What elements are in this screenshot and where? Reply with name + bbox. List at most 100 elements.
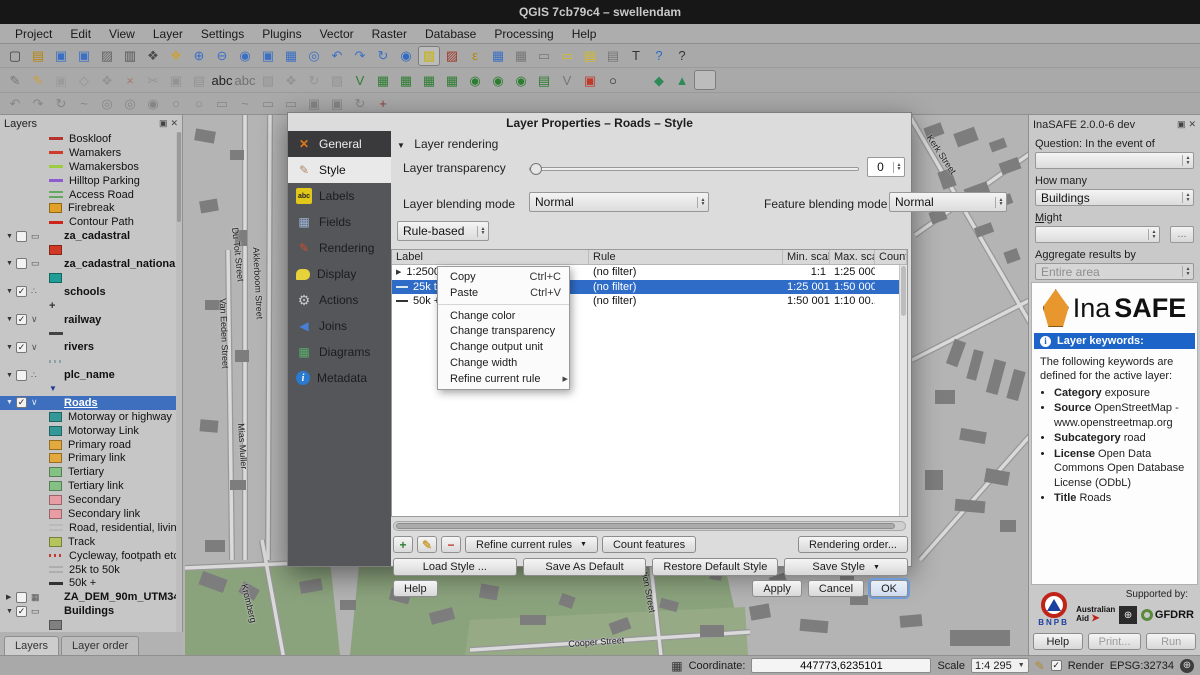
expander-icon[interactable] — [6, 288, 16, 295]
toolbar-button[interactable]: ▤ — [188, 70, 210, 90]
toolbar-button[interactable]: ▢ — [4, 46, 26, 66]
toolbar-button[interactable]: ↷ — [349, 46, 371, 66]
toolbar-button[interactable] — [786, 70, 808, 90]
toolbar-button[interactable]: ▭ — [556, 46, 578, 66]
toolbar-button[interactable]: ▦ — [395, 70, 417, 90]
tab-layers[interactable]: Layers — [4, 636, 59, 655]
toolbar-button[interactable]: ↷ — [27, 94, 49, 114]
toolbar-button[interactable]: ⊕ — [188, 46, 210, 66]
toolbar-button[interactable]: ▦ — [510, 46, 532, 66]
toolbar-button[interactable]: ▦ — [441, 70, 463, 90]
expander-icon[interactable] — [6, 260, 16, 267]
toolbar-button[interactable] — [740, 70, 762, 90]
toolbar-button[interactable]: ◇ — [73, 70, 95, 90]
toolbar-button[interactable]: ▣ — [326, 94, 348, 114]
impact-function-combo[interactable]: ▲▼ — [1035, 226, 1160, 243]
close-panel-icon[interactable]: ✕ — [1188, 119, 1196, 130]
toolbar-button[interactable]: ✂ — [142, 70, 164, 90]
count-features-button[interactable]: Count features — [602, 536, 696, 553]
rules-horizontal-scrollbar[interactable] — [393, 521, 906, 531]
spin-arrows-icon[interactable]: ▲▼ — [893, 162, 904, 173]
toolbar-button[interactable]: ? — [671, 46, 693, 66]
layer-tree-item[interactable]: railway — [0, 313, 176, 327]
layer-tree-item[interactable]: Firebreak — [0, 201, 176, 215]
layer-tree-item[interactable]: rivers — [0, 340, 176, 354]
layer-tree-item[interactable] — [0, 618, 176, 632]
toolbar-button[interactable]: ▣ — [303, 94, 325, 114]
toolbar-button[interactable] — [717, 70, 739, 90]
toolbar-button[interactable]: abc — [211, 70, 233, 90]
layer-tree-item[interactable] — [0, 326, 176, 340]
toolbar-button[interactable]: ↶ — [4, 94, 26, 114]
layer-tree-item[interactable]: Cycleway, footpath etc. — [0, 549, 176, 563]
menu-item[interactable]: Project — [6, 25, 61, 43]
exposure-combo[interactable]: Buildings ▲▼ — [1035, 189, 1194, 206]
layer-tree-item[interactable]: za_cadastral_national — [0, 257, 176, 271]
layer-tree-item[interactable]: Wamakers — [0, 146, 176, 160]
layer-visibility-checkbox[interactable] — [16, 342, 27, 353]
expander-icon[interactable] — [6, 316, 16, 323]
toolbar-button[interactable]: ~ — [73, 94, 95, 114]
layer-tree-item[interactable]: schools — [0, 285, 176, 299]
load-style-button[interactable]: Load Style ... — [393, 558, 517, 576]
expander-icon[interactable] — [6, 233, 16, 240]
toolbar-button[interactable]: ↶ — [326, 46, 348, 66]
toolbar-button[interactable]: ~ — [234, 94, 256, 114]
toolbar-button[interactable]: ❖ — [96, 70, 118, 90]
layer-tree-item[interactable]: Motorway or highway — [0, 410, 176, 424]
toolbar-button[interactable]: ▦ — [418, 70, 440, 90]
toolbar-button[interactable]: ◆ — [648, 70, 670, 90]
expander-icon[interactable] — [6, 608, 16, 615]
layer-tree-item[interactable]: Road, residential, living street, ... — [0, 521, 176, 535]
toolbar-button[interactable]: ◉ — [487, 70, 509, 90]
toolbar-button[interactable]: ❖ — [280, 70, 302, 90]
toolbar-button[interactable]: ◎ — [96, 94, 118, 114]
layer-tree-item[interactable]: Access Road — [0, 188, 176, 202]
toolbar-button[interactable]: ◉ — [395, 46, 417, 66]
stop-render-icon[interactable]: ✎ — [1035, 659, 1045, 673]
toolbar-button[interactable] — [924, 70, 946, 90]
toolbar-button[interactable]: ▲ — [671, 70, 693, 90]
layer-tree-item[interactable] — [0, 382, 176, 396]
add-rule-button[interactable]: + — [393, 536, 413, 553]
toolbar-button[interactable]: abc — [234, 70, 256, 90]
toolbar-button[interactable]: ▤ — [602, 46, 624, 66]
layer-tree-item[interactable]: 25k to 50k — [0, 563, 176, 577]
toolbar-button[interactable]: T — [625, 46, 647, 66]
menu-item[interactable]: Help — [563, 25, 606, 43]
toolbar-button[interactable]: × — [119, 70, 141, 90]
transparency-slider[interactable] — [529, 167, 859, 171]
toolbar-button[interactable]: ○ — [188, 94, 210, 114]
hazard-combo[interactable]: ▲▼ — [1035, 152, 1194, 169]
toolbar-button[interactable] — [901, 70, 923, 90]
context-menu-item[interactable]: Paste Ctrl+V — [438, 285, 569, 301]
dialog-sidebar-tab[interactable]: Rendering — [288, 235, 391, 261]
layer-tree-item[interactable]: Motorway Link — [0, 424, 176, 438]
toolbar-button[interactable] — [878, 70, 900, 90]
layer-tree-item[interactable]: Hilltop Parking — [0, 174, 176, 188]
toolbar-button[interactable]: ◎ — [119, 94, 141, 114]
dialog-sidebar-tab[interactable]: Fields — [288, 209, 391, 235]
layer-tree-item[interactable]: Primary link — [0, 451, 176, 465]
layer-tree-item[interactable] — [0, 243, 176, 257]
collapse-icon[interactable]: ▼ — [397, 141, 405, 150]
refine-current-rules-button[interactable]: Refine current rules▼ — [465, 536, 598, 553]
toolbar-button[interactable] — [809, 70, 831, 90]
toolbar-button[interactable]: ▣ — [165, 70, 187, 90]
toolbar-button[interactable] — [763, 70, 785, 90]
toolbar-button[interactable]: ▣ — [257, 46, 279, 66]
layer-visibility-checkbox[interactable] — [16, 231, 27, 242]
layer-visibility-checkbox[interactable] — [16, 397, 27, 408]
layer-tree-item[interactable]: Contour Path — [0, 215, 176, 229]
layer-tree-item[interactable]: Buildings — [0, 604, 176, 618]
layer-tree-item[interactable]: Track — [0, 535, 176, 549]
toolbar-button[interactable]: ○ — [165, 94, 187, 114]
toolbar-button[interactable]: ▣ — [73, 46, 95, 66]
menu-item[interactable]: Edit — [61, 25, 100, 43]
layer-tree-item[interactable]: za_cadastral — [0, 229, 176, 243]
layer-tree-item[interactable] — [0, 354, 176, 368]
toolbar-button[interactable]: ▨ — [418, 46, 440, 66]
layer-tree-item[interactable]: 50k + — [0, 577, 176, 591]
menu-item[interactable]: Settings — [192, 25, 253, 43]
toolbar-button[interactable]: ◉ — [510, 70, 532, 90]
